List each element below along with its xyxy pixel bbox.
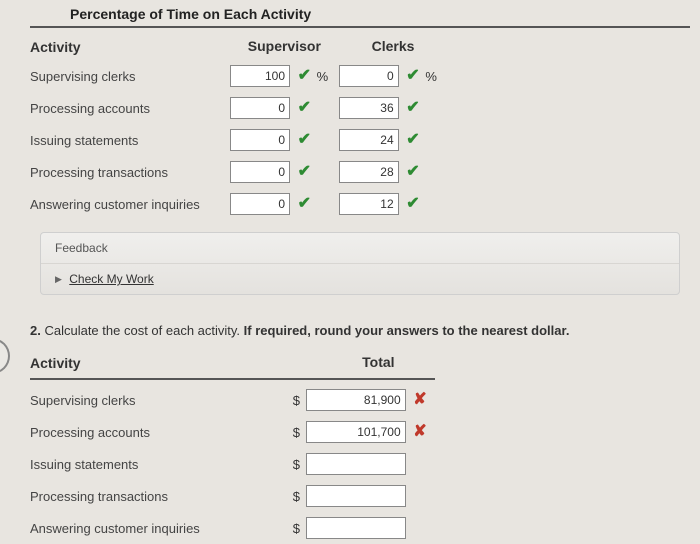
- feedback-panel: Feedback ▶ Check My Work: [40, 232, 680, 295]
- col-activity: Activity: [30, 32, 230, 60]
- supervisor-input[interactable]: 0: [230, 161, 290, 183]
- check-icon: ✔: [406, 100, 419, 116]
- check-icon: ✔: [406, 164, 419, 180]
- clerks-input[interactable]: 28: [339, 161, 399, 183]
- row-label: Supervising clerks: [30, 60, 230, 92]
- question-number: 2.: [30, 323, 41, 338]
- percent-unit: %: [317, 69, 331, 84]
- check-icon: ✔: [406, 68, 419, 84]
- row-label: Processing accounts: [30, 416, 290, 448]
- supervisor-input[interactable]: 100: [230, 65, 290, 87]
- supervisor-input[interactable]: 0: [230, 97, 290, 119]
- total-input[interactable]: [306, 517, 406, 539]
- total-input[interactable]: [306, 485, 406, 507]
- col-supervisor: Supervisor: [230, 32, 339, 60]
- supervisor-input[interactable]: 0: [230, 129, 290, 151]
- check-icon: ✔: [298, 196, 311, 212]
- table-divider: [30, 378, 435, 380]
- check-icon: ✔: [298, 100, 311, 116]
- clerks-input[interactable]: 24: [339, 129, 399, 151]
- total-input[interactable]: [306, 453, 406, 475]
- row-label: Processing accounts: [30, 92, 230, 124]
- row-label: Processing transactions: [30, 480, 290, 512]
- cross-icon: ✘: [413, 424, 426, 440]
- supervisor-input[interactable]: 0: [230, 193, 290, 215]
- triangle-icon: ▶: [55, 274, 62, 285]
- clerks-input[interactable]: 36: [339, 97, 399, 119]
- question-text-a: Calculate the cost of each activity.: [44, 323, 243, 338]
- feedback-label: Feedback: [41, 233, 679, 264]
- row-label: Answering customer inquiries: [30, 512, 290, 544]
- check-icon: ✔: [298, 132, 311, 148]
- dollar-sign: $: [290, 489, 300, 504]
- check-my-work-link[interactable]: Check My Work: [69, 272, 153, 286]
- dollar-sign: $: [290, 521, 300, 536]
- clerks-input[interactable]: 0: [339, 65, 399, 87]
- row-label: Processing transactions: [30, 156, 230, 188]
- percent-unit: %: [425, 69, 439, 84]
- cross-icon: ✘: [413, 392, 426, 408]
- section1-title: Percentage of Time on Each Activity: [30, 0, 690, 28]
- check-icon: ✔: [298, 164, 311, 180]
- row-label: Issuing statements: [30, 448, 290, 480]
- row-label: Issuing statements: [30, 124, 230, 156]
- col-clerks: Clerks: [339, 32, 448, 60]
- col-activity: Activity: [30, 348, 290, 376]
- dollar-sign: $: [290, 393, 300, 408]
- dollar-sign: $: [290, 425, 300, 440]
- check-icon: ✔: [406, 196, 419, 212]
- check-my-work-row: ▶ Check My Work: [41, 264, 679, 294]
- row-label: Answering customer inquiries: [30, 188, 230, 220]
- question2-prompt: 2. Calculate the cost of each activity. …: [30, 309, 690, 348]
- check-icon: ✔: [298, 68, 311, 84]
- total-input[interactable]: 101,700: [306, 421, 406, 443]
- question-text-b: If required, round your answers to the n…: [244, 323, 570, 338]
- row-label: Supervising clerks: [30, 384, 290, 416]
- cost-table: Activity Total Supervising clerks $ 81,9…: [30, 348, 435, 544]
- time-table: Activity Supervisor Clerks Supervising c…: [30, 32, 447, 220]
- dollar-sign: $: [290, 457, 300, 472]
- clerks-input[interactable]: 12: [339, 193, 399, 215]
- total-input[interactable]: 81,900: [306, 389, 406, 411]
- check-icon: ✔: [406, 132, 419, 148]
- col-total: Total: [290, 348, 435, 376]
